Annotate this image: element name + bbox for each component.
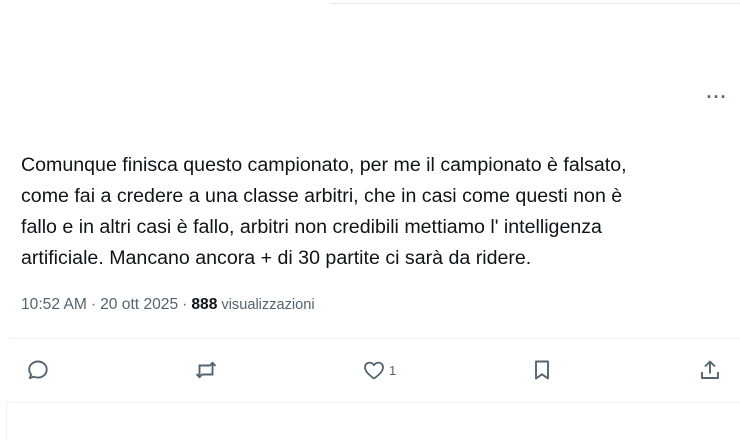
tweet-date[interactable]: 20 ott 2025 <box>100 296 178 314</box>
share-icon <box>701 360 719 379</box>
tweet-detail-page: ··· Comunque finisca questo campionato, … <box>0 0 740 440</box>
tweet-meta: 10:52 AM · 20 ott 2025 · 888 visualizzaz… <box>21 293 315 317</box>
like-count: 1 <box>389 362 397 378</box>
more-horizontal-icon: ··· <box>706 87 728 107</box>
reply-icon <box>28 360 48 380</box>
more-options-button[interactable]: ··· <box>700 86 734 108</box>
meta-separator: · <box>90 296 97 313</box>
bookmark-button[interactable] <box>530 353 554 387</box>
tweet-text: Comunque finisca questo campionato, per … <box>21 154 627 269</box>
bookmark-icon <box>535 360 549 380</box>
views-count: 888 <box>191 296 218 313</box>
like-button[interactable]: 1 <box>362 353 396 387</box>
repost-icon <box>195 361 217 379</box>
views-label: visualizzazioni <box>221 297 315 313</box>
tweet-time[interactable]: 10:52 AM <box>21 296 87 314</box>
top-divider <box>330 3 740 4</box>
actions-divider <box>10 338 740 339</box>
share-button[interactable] <box>698 353 722 387</box>
meta-separator: · <box>182 296 188 313</box>
reply-composer-area[interactable] <box>6 402 740 440</box>
reply-button[interactable] <box>26 353 50 387</box>
heart-icon <box>364 361 384 380</box>
repost-button[interactable] <box>194 353 218 387</box>
action-bar: 1 <box>0 353 740 387</box>
